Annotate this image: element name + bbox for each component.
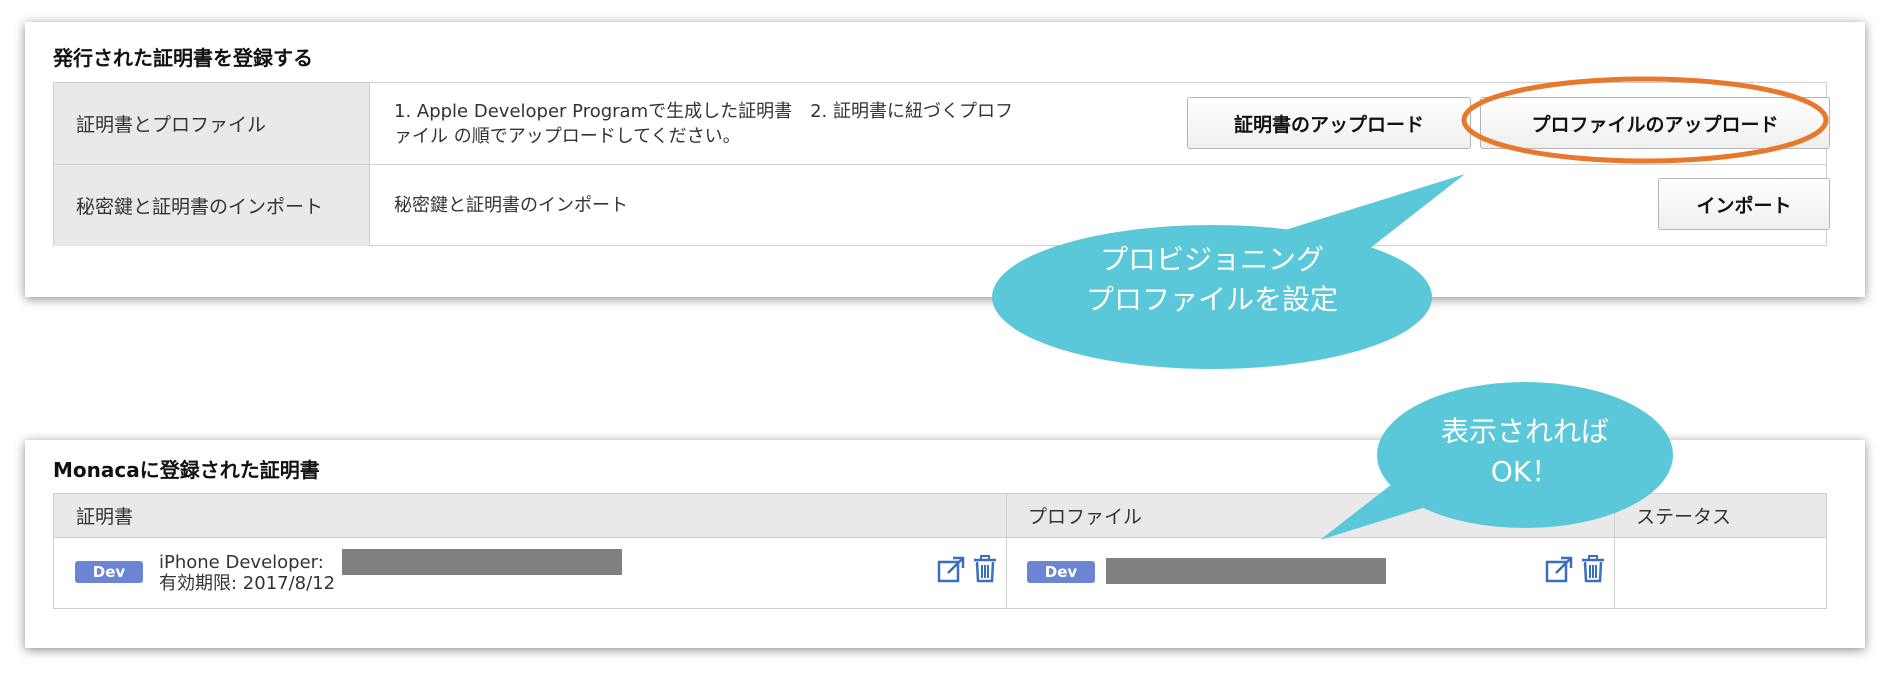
certificate-expiry: 有効期限: 2017/8/12 (159, 573, 336, 594)
redacted-certificate-id (342, 549, 622, 575)
dev-badge: Dev (1027, 561, 1095, 583)
callout-text: 表示されれば OK！ (1440, 415, 1609, 488)
column-divider (1006, 494, 1007, 608)
column-header-certificate: 証明書 (76, 506, 134, 528)
description-line: ァイル の順でアップロードしてください。 (394, 125, 741, 147)
import-button[interactable]: インポート (1658, 178, 1830, 230)
row-description: 1. Apple Developer Programで生成した証明書 2. 証明… (394, 83, 1114, 164)
certificate-name: iPhone Developer: (159, 552, 324, 573)
highlight-ring (1461, 76, 1829, 164)
trash-icon[interactable] (970, 554, 1000, 584)
redacted-profile-name (1106, 558, 1386, 584)
row-description: 秘密鍵と証明書のインポート (394, 195, 628, 216)
dev-badge: Dev (75, 561, 143, 583)
row-header-cert-profile: 証明書とプロファイル (54, 83, 370, 164)
description-line: 1. Apple Developer Programで生成した証明書 2. 証明… (394, 100, 1013, 122)
trash-icon[interactable] (1578, 554, 1608, 584)
row-header-import: 秘密鍵と証明書のインポート (54, 165, 370, 246)
panel-title: Monacaに登録された証明書 (53, 458, 320, 482)
table-row: 秘密鍵と証明書のインポート 秘密鍵と証明書のインポート インポート (54, 165, 1830, 246)
upload-certificate-button[interactable]: 証明書のアップロード (1187, 97, 1471, 149)
external-link-icon[interactable] (1544, 555, 1574, 585)
panel-title: 発行された証明書を登録する (53, 46, 313, 70)
callout-text: プロビジョニング プロファイルを設定 (1085, 243, 1338, 316)
external-link-icon[interactable] (936, 555, 966, 585)
